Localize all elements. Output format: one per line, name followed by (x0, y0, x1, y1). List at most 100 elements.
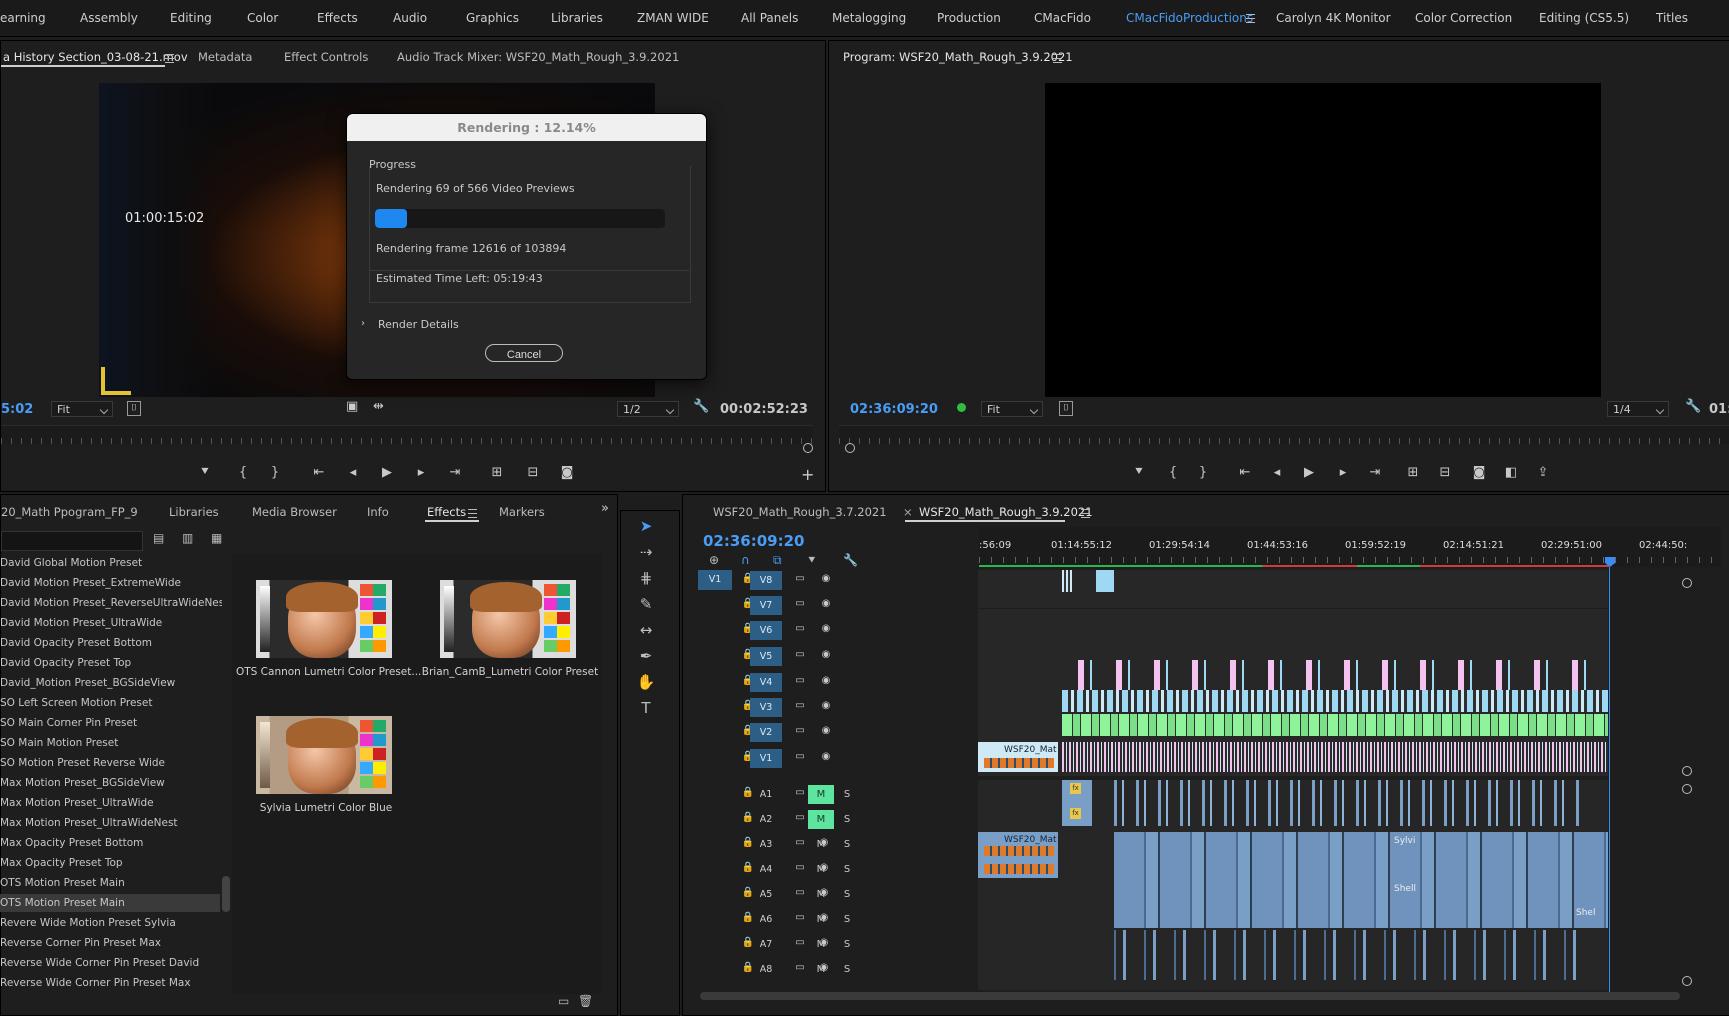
list-item[interactable]: Max Opacity Preset Bottom (0, 834, 220, 852)
program-menu-icon[interactable] (1053, 54, 1062, 63)
list-item[interactable]: Max Motion Preset_UltraWideNest (0, 814, 220, 832)
lift-icon[interactable]: ⊞ (1405, 465, 1421, 480)
program-mark-out-icon[interactable]: } (1195, 465, 1211, 480)
insert-clip-icon[interactable]: ⊞ (489, 465, 505, 480)
solo-button[interactable]: S (834, 785, 860, 804)
program-step-back-icon[interactable]: ◂ (1269, 465, 1285, 480)
list-item[interactable]: David Motion Preset_ExtremeWide (0, 574, 220, 592)
video-scroll-handle-top[interactable] (1682, 578, 1692, 588)
sync-lock-icon[interactable]: ▭ (788, 595, 812, 613)
hand-tool-icon[interactable]: ✋ (633, 673, 659, 693)
eye-icon[interactable]: ◉ (814, 595, 838, 613)
solo-button[interactable]: S (834, 910, 860, 929)
mute-button[interactable]: M (808, 810, 834, 829)
workspace-editing-cs55[interactable]: Editing (CS5.5) (1539, 11, 1629, 25)
wrench-icon[interactable]: 🔧 (693, 399, 709, 414)
track-name-v2[interactable]: V2 (750, 723, 782, 742)
program-step-forward-icon[interactable]: ▸ (1335, 465, 1351, 480)
slip-tool-icon[interactable]: ↔ (633, 621, 659, 641)
program-wrench-icon[interactable]: 🔧 (1685, 399, 1701, 414)
list-item[interactable]: SO Left Screen Motion Preset (0, 694, 220, 712)
workspace-cmacfido[interactable]: CMacFido (1034, 11, 1091, 25)
eye-icon[interactable]: ◉ (814, 722, 838, 740)
tab-info[interactable]: Info (367, 505, 389, 519)
mute-button[interactable]: M (808, 960, 834, 979)
workspace-editing[interactable]: Editing (170, 11, 212, 25)
tab-libraries[interactable]: Libraries (169, 505, 219, 519)
program-resolution-dropdown[interactable]: 1/4 (1607, 401, 1669, 417)
tab-effect-controls[interactable]: Effect Controls (284, 50, 368, 64)
program-scroll-handle[interactable] (845, 443, 855, 453)
program-video-frame[interactable] (1045, 83, 1601, 397)
share-icon[interactable]: ⇪ (1535, 465, 1551, 480)
program-play-icon[interactable]: ▶ (1301, 465, 1317, 480)
mute-button[interactable]: M (808, 885, 834, 904)
thumbnail-card[interactable]: Brian_CamB_Lumetri Color Preset (420, 554, 600, 688)
clip-v8-a[interactable] (1062, 570, 1072, 592)
sync-lock-icon[interactable]: ▭ (788, 748, 812, 766)
mute-button[interactable]: M (808, 785, 834, 804)
list-item[interactable]: SO Motion Preset Reverse Wide (0, 754, 220, 772)
add-marker-icon[interactable]: ⯆ (807, 553, 817, 568)
program-time-ruler[interactable] (839, 425, 1729, 444)
source-time-ruler[interactable] (1, 425, 813, 444)
audio-clips-a3-a6[interactable]: Sylvi Shell Shel (1114, 832, 1608, 928)
workspace-production[interactable]: Production (937, 11, 1001, 25)
workspace-carolyn-4k[interactable]: Carolyn 4K Monitor (1276, 11, 1391, 25)
timeline-tab-3-9[interactable]: WSF20_Math_Rough_3.9.2021 (919, 505, 1093, 519)
source-playhead-timecode[interactable]: 5:02 (1, 402, 33, 417)
razor-tool-icon[interactable]: ✎ (633, 595, 659, 615)
sync-lock-icon[interactable]: ▭ (788, 697, 812, 715)
timeline-menu-icon[interactable] (1081, 509, 1090, 518)
tab-project[interactable]: 20_Math Ppogram_FP_9 (1, 505, 138, 519)
solo-button[interactable]: S (834, 835, 860, 854)
step-forward-icon[interactable]: ▸ (413, 465, 429, 480)
effects-search-input[interactable] (1, 531, 143, 551)
sync-lock-icon[interactable]: ▭ (788, 570, 812, 588)
solo-button[interactable]: S (834, 860, 860, 879)
list-item[interactable]: David Opacity Preset Top (0, 654, 220, 672)
program-go-to-out-icon[interactable]: ⇥ (1367, 465, 1383, 480)
list-item[interactable]: David Opacity Preset Bottom (0, 634, 220, 652)
timeline-horizontal-scrollbar[interactable] (700, 992, 1680, 1000)
snap-icon[interactable]: ∩ (741, 553, 750, 567)
solo-button[interactable]: S (834, 810, 860, 829)
mute-button[interactable]: M (808, 860, 834, 879)
type-tool-icon[interactable]: T (633, 699, 659, 719)
clips-v1[interactable] (1062, 742, 1608, 772)
eye-icon[interactable]: ◉ (814, 646, 838, 664)
program-timecode[interactable]: 02:36:09:20 (850, 402, 938, 417)
marker-icon[interactable]: ⯆ (197, 465, 213, 480)
track-name-a2[interactable]: A2 (750, 810, 782, 829)
workspace-menu-icon[interactable] (1246, 14, 1255, 23)
mark-in-icon[interactable]: { (235, 465, 251, 480)
list-item[interactable]: SO Main Motion Preset (0, 734, 220, 752)
details-chevron-icon[interactable]: › (361, 318, 365, 329)
mark-out-icon[interactable]: } (267, 465, 283, 480)
track-name-a3[interactable]: A3 (750, 835, 782, 854)
track-name-a8[interactable]: A8 (750, 960, 782, 979)
workspace-assembly[interactable]: Assembly (80, 11, 138, 25)
mute-button[interactable]: M (808, 835, 834, 854)
list-item[interactable]: David Motion Preset_UltraWide (0, 614, 220, 632)
workspace-libraries[interactable]: Libraries (551, 11, 603, 25)
tab-effects[interactable]: Effects (427, 505, 466, 519)
more-panels-icon[interactable]: » (601, 501, 609, 516)
program-fit-dropdown[interactable]: Fit (981, 401, 1043, 417)
pen-tool-icon[interactable]: ✒ (633, 647, 659, 667)
track-name-v5[interactable]: V5 (750, 647, 782, 666)
workspace-graphics[interactable]: Graphics (466, 11, 519, 25)
nest-icon[interactable]: ⊕ (709, 553, 719, 567)
track-name-a5[interactable]: A5 (750, 885, 782, 904)
track-name-a1[interactable]: A1 (750, 785, 782, 804)
list-item[interactable]: David Motion Preset_ReverseUltraWideNest (0, 594, 222, 612)
audio-scroll-handle-top[interactable] (1682, 784, 1692, 794)
eye-icon[interactable]: ◉ (814, 570, 838, 588)
program-marker-icon[interactable]: ⯆ (1131, 465, 1147, 480)
workspace-titles[interactable]: Titles (1656, 11, 1688, 25)
render-details-toggle[interactable]: Render Details (378, 318, 459, 331)
track-name-a4[interactable]: A4 (750, 860, 782, 879)
track-name-a6[interactable]: A6 (750, 910, 782, 929)
workspace-color[interactable]: Color (247, 11, 278, 25)
sync-lock-icon[interactable]: ▭ (788, 722, 812, 740)
